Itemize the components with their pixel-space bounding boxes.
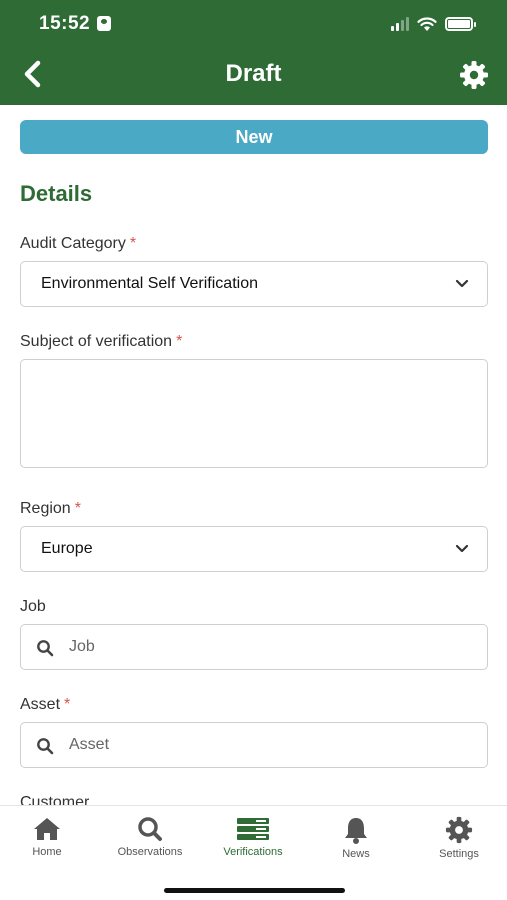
status-bar: 15:52	[0, 0, 507, 46]
status-indicators	[391, 14, 476, 34]
tab-observations[interactable]: Observations	[105, 816, 195, 858]
chevron-down-icon	[455, 544, 469, 553]
required-marker: *	[129, 235, 137, 252]
tab-settings[interactable]: Settings	[414, 816, 504, 860]
job-search-input[interactable]: Job	[20, 624, 488, 670]
home-icon	[34, 818, 60, 840]
tab-home[interactable]: Home	[2, 816, 92, 858]
bottom-tab-bar: Home Observations Verifications News Set…	[0, 805, 507, 900]
id-card-icon	[97, 16, 111, 31]
asset-search-input[interactable]: Asset	[20, 722, 488, 768]
asset-label: Asset *	[20, 696, 71, 713]
settings-button[interactable]	[459, 60, 489, 90]
required-marker: *	[74, 500, 81, 517]
asset-placeholder: Asset	[69, 736, 110, 753]
required-marker: *	[64, 696, 71, 713]
region-value: Europe	[41, 540, 93, 557]
battery-icon	[445, 17, 476, 31]
region-select[interactable]: Europe	[20, 526, 488, 572]
required-marker: *	[176, 333, 183, 350]
region-label: Region *	[20, 500, 81, 517]
list-icon	[237, 818, 269, 840]
gear-icon	[445, 816, 473, 844]
tab-news-label: News	[342, 848, 370, 860]
subject-label: Subject of verification *	[20, 333, 183, 350]
tab-home-label: Home	[32, 846, 62, 858]
audit-category-select[interactable]: Environmental Self Verification	[20, 261, 488, 307]
status-time: 15:52	[39, 13, 91, 34]
app-header: 15:52 Draft	[0, 0, 507, 105]
search-icon	[37, 640, 54, 657]
search-icon	[37, 738, 54, 755]
home-indicator[interactable]	[164, 888, 345, 893]
status-pill: New	[20, 120, 488, 154]
section-title-details: Details	[20, 181, 93, 206]
audit-category-value: Environmental Self Verification	[41, 275, 258, 292]
chevron-down-icon	[455, 279, 469, 288]
audit-category-label: Audit Category *	[20, 235, 137, 252]
tab-verifications-label: Verifications	[223, 846, 283, 858]
tab-observations-label: Observations	[117, 846, 183, 858]
cellular-signal-icon	[391, 17, 409, 31]
job-placeholder: Job	[69, 638, 95, 655]
tab-settings-label: Settings	[439, 848, 479, 860]
page-title: Draft	[225, 60, 282, 87]
job-label: Job	[20, 598, 46, 615]
search-icon	[138, 817, 162, 841]
tab-verifications[interactable]: Verifications	[208, 816, 298, 858]
wifi-icon	[417, 16, 437, 31]
gear-icon	[460, 61, 488, 89]
customer-label: Customer	[20, 794, 90, 805]
tab-news[interactable]: News	[311, 816, 401, 860]
form-content[interactable]: New Details Audit Category * Environmenta…	[0, 105, 507, 805]
subject-textarea[interactable]	[20, 359, 488, 468]
bell-icon	[345, 818, 367, 844]
